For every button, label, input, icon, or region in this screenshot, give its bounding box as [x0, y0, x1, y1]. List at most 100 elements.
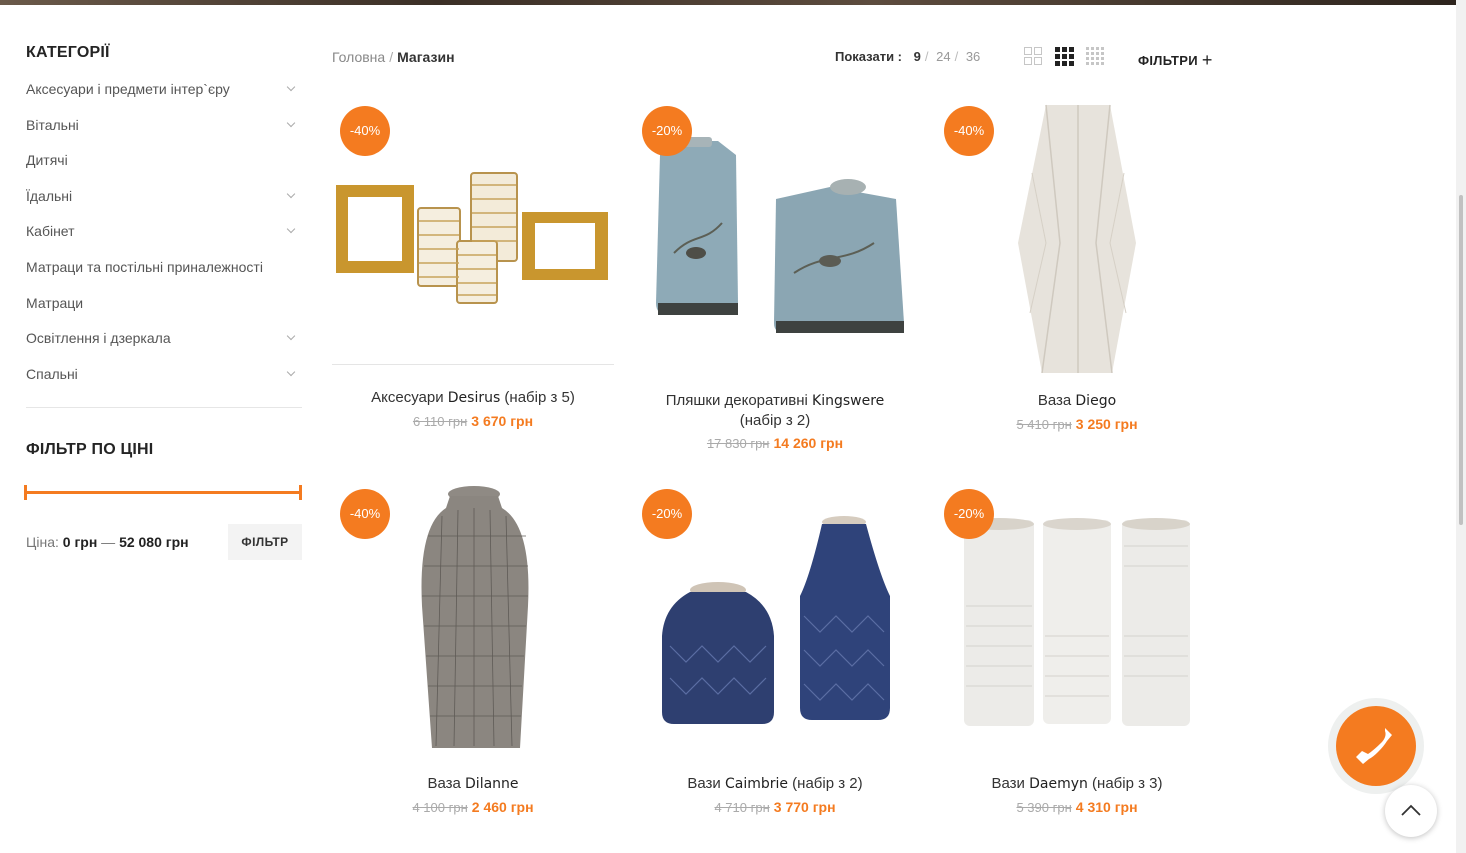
- product-name[interactable]: Пляшки декоративні Kingswere (набір з 2): [634, 391, 916, 430]
- chevron-down-icon[interactable]: [286, 118, 296, 127]
- filters-toggle[interactable]: ФІЛЬТРИ +: [1138, 49, 1213, 70]
- product-card[interactable]: -20% Вази Daemyn (набір з 3) 5 390 грн 4 …: [936, 486, 1218, 815]
- scrollbar-thumb[interactable]: [1459, 195, 1463, 525]
- categories-title: КАТЕГОРІЇ: [26, 44, 110, 61]
- price-range-slider[interactable]: [24, 485, 302, 501]
- discount-badge: -20%: [642, 106, 692, 156]
- category-label[interactable]: Дитячі: [26, 152, 68, 168]
- scroll-to-top-button[interactable]: [1385, 785, 1437, 837]
- per-page-selector: Показати : 9/ 24/ 36: [835, 49, 981, 64]
- product-name[interactable]: Аксесуари Desirus (набір з 5): [332, 388, 614, 408]
- product-price: 5 410 грн 3 250 грн: [936, 416, 1218, 432]
- sale-price: 2 460 грн: [471, 799, 534, 815]
- per-page-option-36[interactable]: 36: [966, 49, 980, 64]
- sidebar-divider: [26, 407, 302, 409]
- call-button[interactable]: [1328, 698, 1424, 794]
- sale-price: 3 250 грн: [1075, 416, 1138, 432]
- sale-price: 3 770 грн: [773, 799, 836, 815]
- price-range-label: Ціна: 0 грн — 52 080 грн: [26, 534, 189, 550]
- plus-icon[interactable]: +: [1202, 50, 1213, 70]
- product-image[interactable]: -20%: [634, 103, 916, 373]
- grid-2-columns-icon[interactable]: [1024, 47, 1042, 65]
- discount-badge: -40%: [340, 489, 390, 539]
- product-card[interactable]: -40% Ваза Dilanne 4 100 грн 2 460 грн: [332, 486, 614, 815]
- product-card[interactable]: -40% Ваза Diego 5 410 грн 3 250 грн: [936, 103, 1218, 432]
- chevron-down-icon[interactable]: [286, 82, 296, 92]
- product-image[interactable]: -40%: [332, 103, 614, 373]
- chevron-down-icon[interactable]: [286, 225, 296, 234]
- chevron-down-icon[interactable]: [286, 189, 296, 199]
- per-page-option-24[interactable]: 24: [936, 49, 950, 64]
- category-item[interactable]: Вітальні: [26, 117, 302, 153]
- old-price: 6 110 грн: [412, 414, 468, 429]
- chevron-down-icon[interactable]: [286, 367, 296, 376]
- price-filter-row: Ціна: 0 грн — 52 080 грн ФІЛЬТР: [26, 524, 302, 561]
- category-label[interactable]: Кабінет: [26, 223, 75, 239]
- call-button-circle[interactable]: [1336, 706, 1416, 786]
- product-name[interactable]: Ваза Diego: [936, 391, 1218, 411]
- price-slider-max-handle[interactable]: [299, 485, 302, 501]
- category-item[interactable]: Кабінет: [26, 223, 302, 259]
- price-range-bar: [26, 491, 300, 495]
- breadcrumb: Головна / Магазин: [332, 49, 455, 65]
- product-price: 6 110 грн 3 670 грн: [332, 413, 614, 429]
- product-image[interactable]: -20%: [936, 486, 1218, 756]
- page-scrollbar[interactable]: [1456, 0, 1466, 853]
- product-image[interactable]: -20%: [634, 486, 916, 756]
- price-min-value: 0 грн: [62, 534, 98, 551]
- category-item[interactable]: Матраци: [26, 295, 302, 331]
- category-list: Аксесуари і предмети інтер`єру Вітальні …: [26, 81, 302, 401]
- sidebar: КАТЕГОРІЇ Аксесуари і предмети інтер`єру…: [24, 44, 302, 561]
- category-label[interactable]: Освітлення і дзеркала: [26, 330, 171, 346]
- discount-badge: -40%: [340, 106, 390, 156]
- sale-price: 3 670 грн: [471, 413, 534, 429]
- breadcrumb-current: Магазин: [397, 49, 455, 65]
- grid-4-columns-icon[interactable]: [1086, 47, 1104, 65]
- category-label[interactable]: Аксесуари і предмети інтер`єру: [26, 81, 230, 97]
- category-item[interactable]: Аксесуари і предмети інтер`єру: [26, 81, 302, 117]
- discount-badge: -40%: [944, 106, 994, 156]
- product-image[interactable]: -40%: [332, 486, 614, 756]
- category-item[interactable]: Матраци та постільні приналежності: [26, 259, 302, 295]
- discount-badge: -20%: [944, 489, 994, 539]
- product-card[interactable]: -20% Вази Caimbrie (набір з 2) 4 710 грн…: [634, 486, 916, 815]
- category-label[interactable]: Матраци: [26, 295, 83, 311]
- breadcrumb-home-link[interactable]: Головна: [332, 49, 385, 65]
- category-item[interactable]: Спальні: [26, 366, 302, 402]
- product-card[interactable]: -20% Пляшки декоративні Kingswere (набір…: [634, 103, 916, 451]
- product-price: 17 830 грн 14 260 грн: [634, 435, 916, 451]
- product-image[interactable]: -40%: [936, 103, 1218, 374]
- price-prefix: Ціна:: [26, 534, 59, 551]
- price-dash: —: [101, 534, 116, 551]
- category-label[interactable]: Матраци та постільні приналежності: [26, 259, 263, 275]
- category-item[interactable]: Освітлення і дзеркала: [26, 330, 302, 366]
- category-label[interactable]: Їдальні: [26, 188, 72, 204]
- price-filter-title: ФІЛЬТР ПО ЦІНІ: [26, 441, 154, 459]
- old-price: 5 410 грн: [1016, 417, 1072, 432]
- product-name[interactable]: Вази Caimbrie (набір з 2): [634, 774, 916, 794]
- discount-badge: -20%: [642, 489, 692, 539]
- category-label[interactable]: Вітальні: [26, 117, 79, 133]
- category-label[interactable]: Спальні: [26, 366, 78, 382]
- price-slider-min-handle[interactable]: [24, 485, 27, 501]
- grid-3-columns-icon[interactable]: [1055, 47, 1074, 66]
- card-divider: [332, 364, 614, 365]
- product-name[interactable]: Ваза Dilanne: [332, 774, 614, 794]
- product-price: 4 100 грн 2 460 грн: [332, 799, 614, 815]
- product-card[interactable]: -40% Аксесуари Desirus (набір з 5) 6 110…: [332, 103, 614, 429]
- phone-icon[interactable]: [1336, 706, 1416, 786]
- price-max-value: 52 080 грн: [119, 534, 189, 551]
- price-filter-button[interactable]: ФІЛЬТР: [228, 524, 302, 561]
- old-price: 4 100 грн: [412, 800, 468, 815]
- header-image-strip: [0, 0, 1456, 5]
- category-item[interactable]: Дитячі: [26, 152, 302, 188]
- per-page-option-9[interactable]: 9: [914, 49, 921, 64]
- category-item[interactable]: Їдальні: [26, 188, 302, 224]
- chevron-up-icon[interactable]: [1385, 785, 1437, 837]
- chevron-down-icon[interactable]: [286, 331, 296, 341]
- product-price: 4 710 грн 3 770 грн: [634, 799, 916, 815]
- product-name[interactable]: Вази Daemyn (набір з 3): [936, 774, 1218, 794]
- per-page-label: Показати :: [835, 49, 902, 64]
- breadcrumb-separator: /: [389, 49, 394, 65]
- filters-label[interactable]: ФІЛЬТРИ: [1138, 53, 1198, 68]
